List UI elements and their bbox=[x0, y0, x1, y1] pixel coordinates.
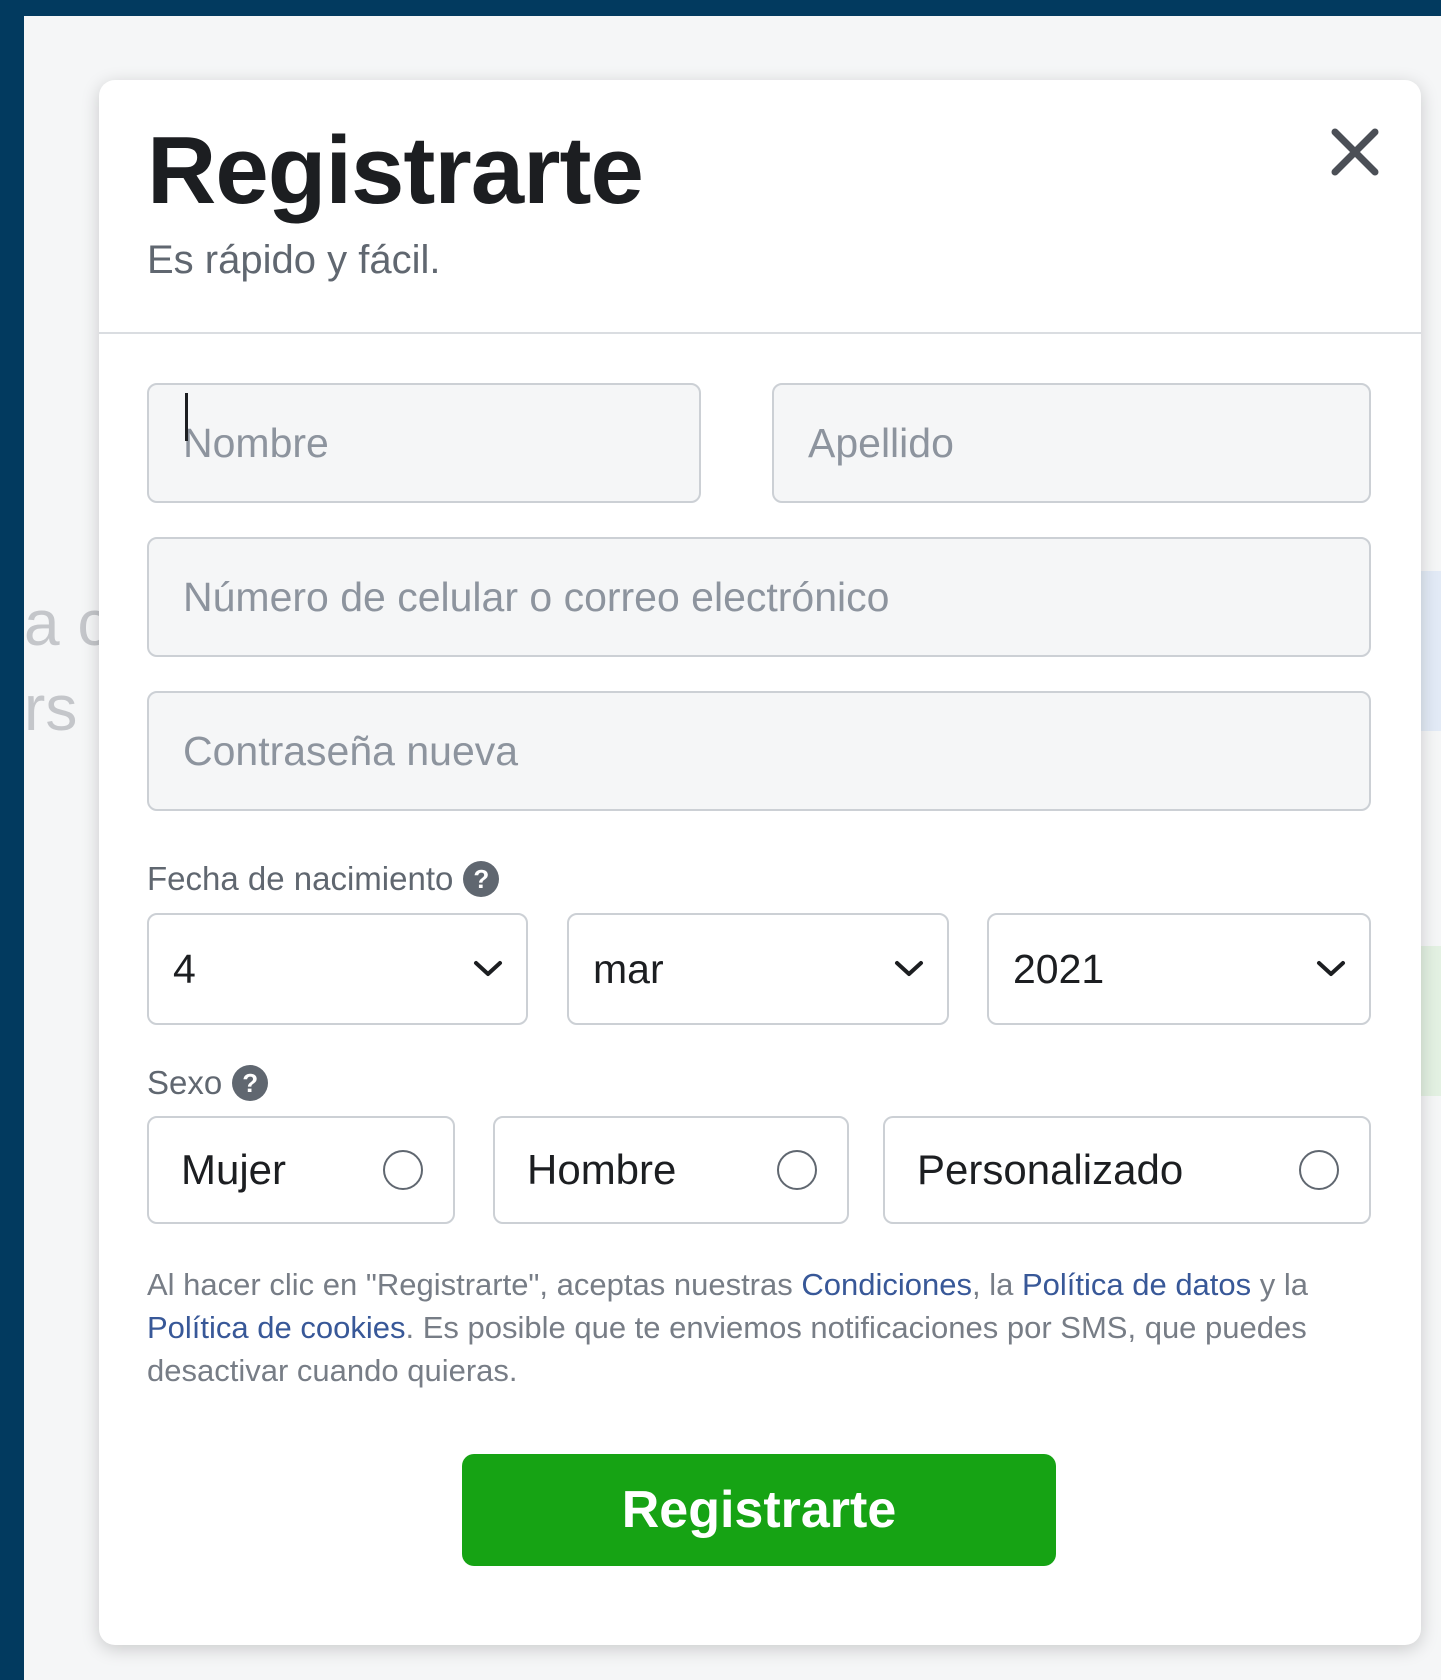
close-icon[interactable] bbox=[1323, 120, 1387, 184]
radio-button[interactable] bbox=[777, 1150, 817, 1190]
password-input[interactable] bbox=[147, 691, 1371, 811]
birth-day-value: 4 bbox=[173, 945, 196, 992]
terms-separator: , la bbox=[971, 1267, 1022, 1302]
help-icon[interactable]: ? bbox=[232, 1065, 269, 1101]
birthdate-label: Fecha de nacimiento ? bbox=[147, 860, 500, 898]
radio-button[interactable] bbox=[383, 1150, 423, 1190]
birth-day-select[interactable]: 4 bbox=[147, 913, 528, 1025]
birth-month-value: mar bbox=[593, 945, 664, 992]
modal-subtitle: Es rápido y fácil. bbox=[147, 238, 441, 282]
text-caret bbox=[185, 393, 188, 441]
background-text-fragment: rs bbox=[24, 672, 78, 744]
chevron-down-icon bbox=[474, 961, 502, 976]
data-policy-link[interactable]: Política de datos bbox=[1022, 1267, 1251, 1302]
birth-month-select[interactable]: mar bbox=[567, 913, 949, 1025]
background-text-fragment: a c bbox=[24, 587, 110, 659]
gender-option-personalizado[interactable]: Personalizado bbox=[883, 1116, 1371, 1224]
birthdate-label-text: Fecha de nacimiento bbox=[147, 860, 454, 897]
chevron-down-icon bbox=[895, 961, 923, 976]
register-button[interactable]: Registrarte bbox=[462, 1454, 1056, 1566]
terms-link[interactable]: Condiciones bbox=[801, 1267, 972, 1302]
gender-option-hombre[interactable]: Hombre bbox=[493, 1116, 849, 1224]
terms-prefix: Al hacer clic en "Registrarte", aceptas … bbox=[147, 1267, 802, 1302]
cookie-policy-link[interactable]: Política de cookies bbox=[147, 1310, 405, 1345]
gender-option-label: Hombre bbox=[527, 1146, 677, 1193]
terms-separator: y la bbox=[1251, 1267, 1309, 1302]
modal-header: Registrarte Es rápido y fácil. bbox=[99, 80, 1421, 334]
help-icon[interactable]: ? bbox=[463, 861, 500, 897]
chevron-down-icon bbox=[1317, 961, 1345, 976]
last-name-input[interactable] bbox=[772, 383, 1371, 503]
gender-label-text: Sexo bbox=[147, 1064, 223, 1101]
terms-text: Al hacer clic en "Registrarte", aceptas … bbox=[147, 1263, 1377, 1392]
gender-option-label: Mujer bbox=[181, 1146, 287, 1193]
radio-button[interactable] bbox=[1299, 1150, 1339, 1190]
birth-year-select[interactable]: 2021 bbox=[987, 913, 1371, 1025]
gender-option-mujer[interactable]: Mujer bbox=[147, 1116, 455, 1224]
gender-label: Sexo ? bbox=[147, 1064, 269, 1102]
signup-modal: Registrarte Es rápido y fácil. Fecha de … bbox=[99, 80, 1421, 1645]
gender-option-label: Personalizado bbox=[917, 1146, 1184, 1193]
modal-title: Registrarte bbox=[147, 117, 644, 224]
contact-input[interactable] bbox=[147, 537, 1371, 657]
first-name-input[interactable] bbox=[147, 383, 701, 503]
birth-year-value: 2021 bbox=[1013, 945, 1105, 992]
